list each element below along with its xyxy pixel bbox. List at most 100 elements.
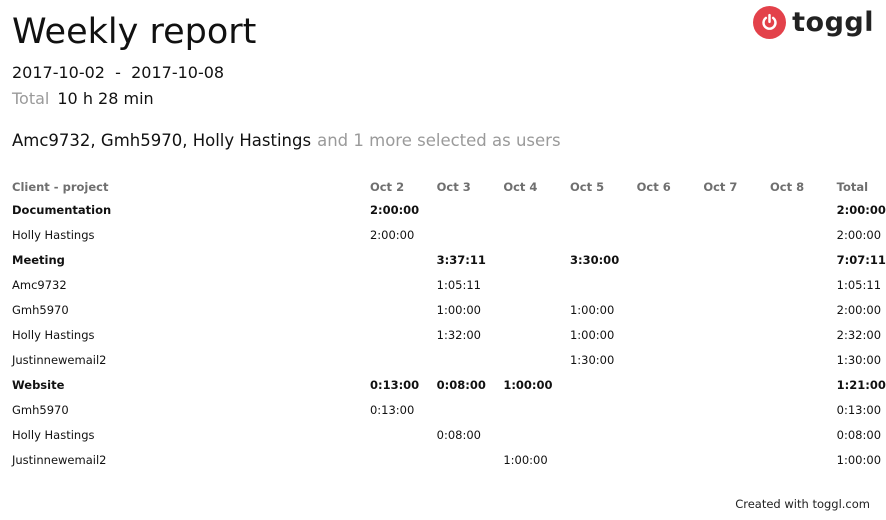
table-body: Documentation 2:00:00 2:00:00 Holly Hasting…	[12, 197, 886, 472]
project-row: Meeting 3:37:11 3:30:00 7:07:11	[12, 247, 886, 272]
user-name: Holly Hastings	[12, 227, 95, 242]
column-header-oct-3: Oct 3	[436, 179, 471, 194]
day-duration	[437, 222, 504, 247]
day-duration	[703, 297, 770, 322]
row-total: 2:00:00	[836, 202, 886, 217]
user-row: Gmh5970 1:00:00 1:00:00 2:00:00	[12, 297, 886, 322]
day-duration	[703, 422, 770, 447]
column-header-oct-6: Oct 6	[636, 179, 671, 194]
day-duration	[570, 447, 637, 472]
user-name: Gmh5970	[12, 302, 69, 317]
day-duration: 1:30:00	[569, 352, 615, 367]
day-duration	[570, 397, 637, 422]
day-duration	[503, 272, 570, 297]
date-range: 2017-10-02 - 2017-10-08	[12, 63, 225, 82]
day-duration	[770, 447, 837, 472]
user-row: Gmh5970 0:13:00 0:13:00	[12, 397, 886, 422]
row-total: 7:07:11	[836, 252, 886, 267]
day-duration: 1:00:00	[503, 452, 548, 467]
day-duration: 0:08:00	[436, 427, 481, 442]
day-duration	[503, 322, 570, 347]
column-header-oct-5: Oct 5	[569, 179, 605, 194]
user-row: Amc9732 1:05:11 1:05:11	[12, 272, 886, 297]
user-name: Gmh5970	[12, 402, 69, 417]
day-duration	[703, 247, 770, 272]
day-duration	[370, 447, 437, 472]
day-duration: 1:00:00	[569, 302, 615, 317]
day-duration: 2:00:00	[369, 202, 420, 217]
day-duration	[703, 197, 770, 222]
day-duration	[703, 372, 770, 397]
day-duration	[703, 447, 770, 472]
day-duration: 1:00:00	[436, 302, 481, 317]
day-duration	[503, 222, 570, 247]
day-duration	[703, 222, 770, 247]
day-duration	[503, 247, 570, 272]
day-duration: 1:32:00	[436, 327, 481, 342]
user-name: Justinnewemail2	[12, 452, 107, 467]
total-label: Total	[12, 89, 50, 108]
day-duration	[570, 222, 637, 247]
total-summary: Total 10 h 28 min	[12, 89, 154, 108]
user-row: Justinnewemail2 1:30:00 1:30:00	[12, 347, 886, 372]
row-total: 0:08:00	[836, 427, 882, 442]
day-duration	[770, 397, 837, 422]
day-duration	[503, 347, 570, 372]
day-duration	[570, 422, 637, 447]
row-total: 1:21:00	[836, 377, 886, 392]
day-duration	[503, 297, 570, 322]
row-total: 0:13:00	[836, 402, 882, 417]
day-duration: 1:00:00	[503, 377, 553, 392]
day-duration	[703, 397, 770, 422]
project-name: Website	[12, 377, 65, 392]
day-duration	[703, 347, 770, 372]
day-duration	[370, 297, 437, 322]
user-name: Justinnewemail2	[12, 352, 107, 367]
row-total: 1:30:00	[836, 352, 882, 367]
power-icon	[753, 6, 787, 39]
day-duration	[637, 247, 704, 272]
day-duration: 2:00:00	[369, 227, 415, 242]
row-total: 2:00:00	[836, 302, 882, 317]
user-name: Holly Hastings	[12, 427, 95, 442]
selected-users: Amc9732, Gmh5970, Holly Hastings and 1 mo…	[12, 131, 561, 150]
users-more: and 1 more selected as users	[317, 131, 561, 150]
day-duration	[637, 422, 704, 447]
day-duration	[437, 397, 504, 422]
footer-credit: Created with toggl.com	[735, 497, 870, 511]
day-duration	[370, 322, 437, 347]
day-duration	[370, 422, 437, 447]
user-row: Holly Hastings 1:32:00 1:00:00 2:32:00	[12, 322, 886, 347]
day-duration	[637, 222, 704, 247]
day-duration	[637, 197, 704, 222]
day-duration: 0:13:00	[369, 377, 420, 392]
day-duration	[637, 397, 704, 422]
day-duration	[770, 222, 837, 247]
user-name: Holly Hastings	[12, 327, 95, 342]
user-row: Holly Hastings 0:08:00 0:08:00	[12, 422, 886, 447]
day-duration: 3:30:00	[569, 252, 620, 267]
toggl-logo: toggl	[753, 6, 874, 39]
column-header-oct-7: Oct 7	[703, 179, 738, 194]
day-duration	[437, 197, 504, 222]
day-duration: 1:00:00	[569, 327, 615, 342]
day-duration	[770, 297, 837, 322]
users-list: Amc9732, Gmh5970, Holly Hastings	[12, 131, 312, 150]
day-duration	[437, 447, 504, 472]
day-duration	[503, 397, 570, 422]
day-duration	[370, 272, 437, 297]
day-duration	[770, 347, 837, 372]
project-name: Documentation	[12, 202, 112, 217]
day-duration	[503, 422, 570, 447]
day-duration	[637, 347, 704, 372]
day-duration	[703, 272, 770, 297]
project-row: Documentation 2:00:00 2:00:00	[12, 197, 886, 222]
day-duration	[637, 322, 704, 347]
day-duration	[770, 372, 837, 397]
column-header-oct-2: Oct 2	[369, 179, 405, 194]
row-total: 1:00:00	[836, 452, 882, 467]
day-duration: 3:37:11	[436, 252, 486, 267]
project-row: Website 0:13:00 0:08:00 1:00:00 1:21:00	[12, 372, 886, 397]
day-duration	[770, 197, 837, 222]
day-duration: 0:08:00	[436, 377, 486, 392]
